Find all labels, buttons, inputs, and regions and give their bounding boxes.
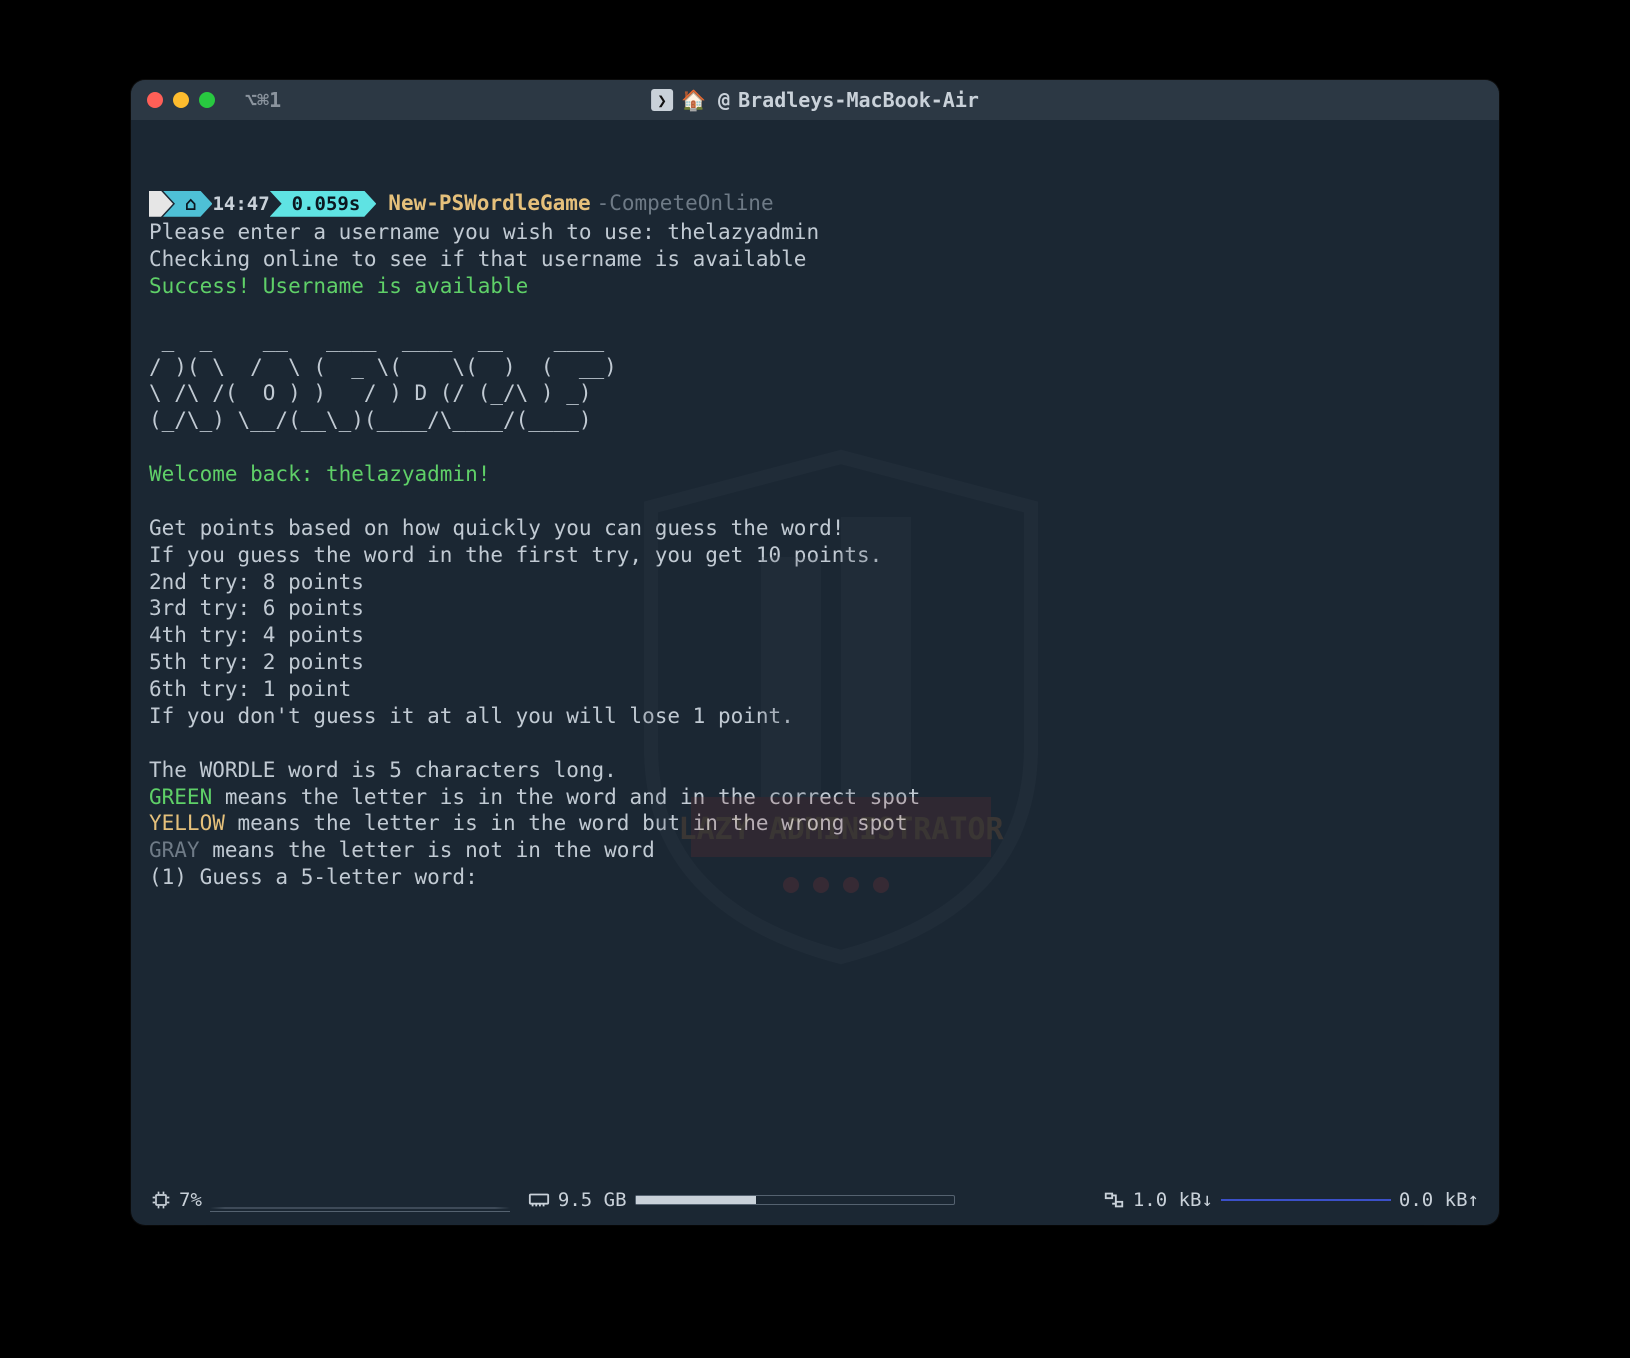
network-icon [1103, 1190, 1125, 1210]
terminal-window: ⌥⌘1 ❯ 🏠 @ Bradleys-MacBook-Air LAZY ADMI… [131, 80, 1499, 1225]
prompt-badge-icon: ❯ [651, 89, 673, 111]
ascii-art-line: / )( \ / \ ( _ \( \( ) ( __) [149, 355, 617, 379]
ascii-art-line: _ _ __ ____ ____ __ ____ [149, 328, 617, 352]
output-line: If you guess the word in the first try, … [149, 543, 882, 567]
memory-icon [528, 1190, 550, 1210]
net-down-value: 1.0 kB↓ [1133, 1189, 1213, 1211]
color-word-yellow: YELLOW [149, 811, 225, 835]
network-meter: 1.0 kB↓ 0.0 kB↑ [1103, 1189, 1479, 1211]
hostname: Bradleys-MacBook-Air [738, 88, 979, 112]
output-line: GREEN means the letter is in the word an… [149, 785, 920, 809]
ram-bar [635, 1195, 955, 1205]
window-controls [147, 92, 215, 108]
output-line: 4th try: 4 points [149, 623, 364, 647]
output-line: The WORDLE word is 5 characters long. [149, 758, 617, 782]
cpu-icon [151, 1190, 171, 1210]
window-title: ❯ 🏠 @ Bradleys-MacBook-Air [651, 88, 979, 112]
ram-value: 9.5 GB [558, 1189, 627, 1211]
output-line: 3rd try: 6 points [149, 596, 364, 620]
output-line: If you don't guess it at all you will lo… [149, 704, 794, 728]
command-arg: -CompeteOnline [591, 190, 774, 217]
net-up-value: 0.0 kB↑ [1399, 1189, 1479, 1211]
prompt-segment-duration: 0.059s [270, 191, 377, 217]
cpu-value: 7% [179, 1189, 202, 1211]
prompt-line: ⌂14:470.059sNew-PSWordleGame-CompeteOnli… [149, 190, 774, 217]
color-word-green: GREEN [149, 785, 212, 809]
titlebar: ⌥⌘1 ❯ 🏠 @ Bradleys-MacBook-Air [131, 80, 1499, 120]
output-line: 2nd try: 8 points [149, 570, 364, 594]
output-line: Checking online to see if that username … [149, 247, 806, 271]
output-welcome-line: Welcome back: thelazyadmin! [149, 462, 490, 486]
net-sparkline [1221, 1199, 1391, 1201]
output-line: Please enter a username you wish to use:… [149, 220, 819, 244]
title-prefix: 🏠 @ [681, 88, 730, 112]
cpu-sparkline [210, 1188, 510, 1212]
input-prompt-line[interactable]: (1) Guess a 5-letter word: [149, 865, 490, 889]
cpu-meter: 7% [151, 1188, 510, 1212]
output-line: 6th try: 1 point [149, 677, 351, 701]
ascii-art-line: \ /\ /( O ) ) / ) D (/ (_/\ ) _) [149, 381, 604, 405]
ram-meter: 9.5 GB [528, 1189, 955, 1211]
terminal-content[interactable]: LAZY ADMINISTRATOR ⌂14:470.059sNew-PSWor… [131, 120, 1499, 1181]
minimize-icon[interactable] [173, 92, 189, 108]
output-line: GRAY means the letter is not in the word [149, 838, 655, 862]
tab-shortcut-hint: ⌥⌘1 [245, 88, 281, 112]
output-line: 5th try: 2 points [149, 650, 364, 674]
output-success-line: Success! Username is available [149, 274, 528, 298]
zoom-icon[interactable] [199, 92, 215, 108]
status-bar: 7% 9.5 GB 1.0 kB↓ 0.0 kB↑ [131, 1181, 1499, 1225]
color-word-gray: GRAY [149, 838, 200, 862]
close-icon[interactable] [147, 92, 163, 108]
home-icon: ⌂ [185, 192, 196, 216]
output-line: Get points based on how quickly you can … [149, 516, 844, 540]
watermark-logo: LAZY ADMINISTRATOR [611, 420, 1071, 974]
output-line: YELLOW means the letter is in the word b… [149, 811, 908, 835]
ascii-art-line: (_/\_) \__/(__\_)(____/\____/(____) [149, 408, 592, 432]
command-name: New-PSWordleGame [376, 190, 590, 217]
prompt-segment-time: 14:47 [202, 191, 279, 217]
